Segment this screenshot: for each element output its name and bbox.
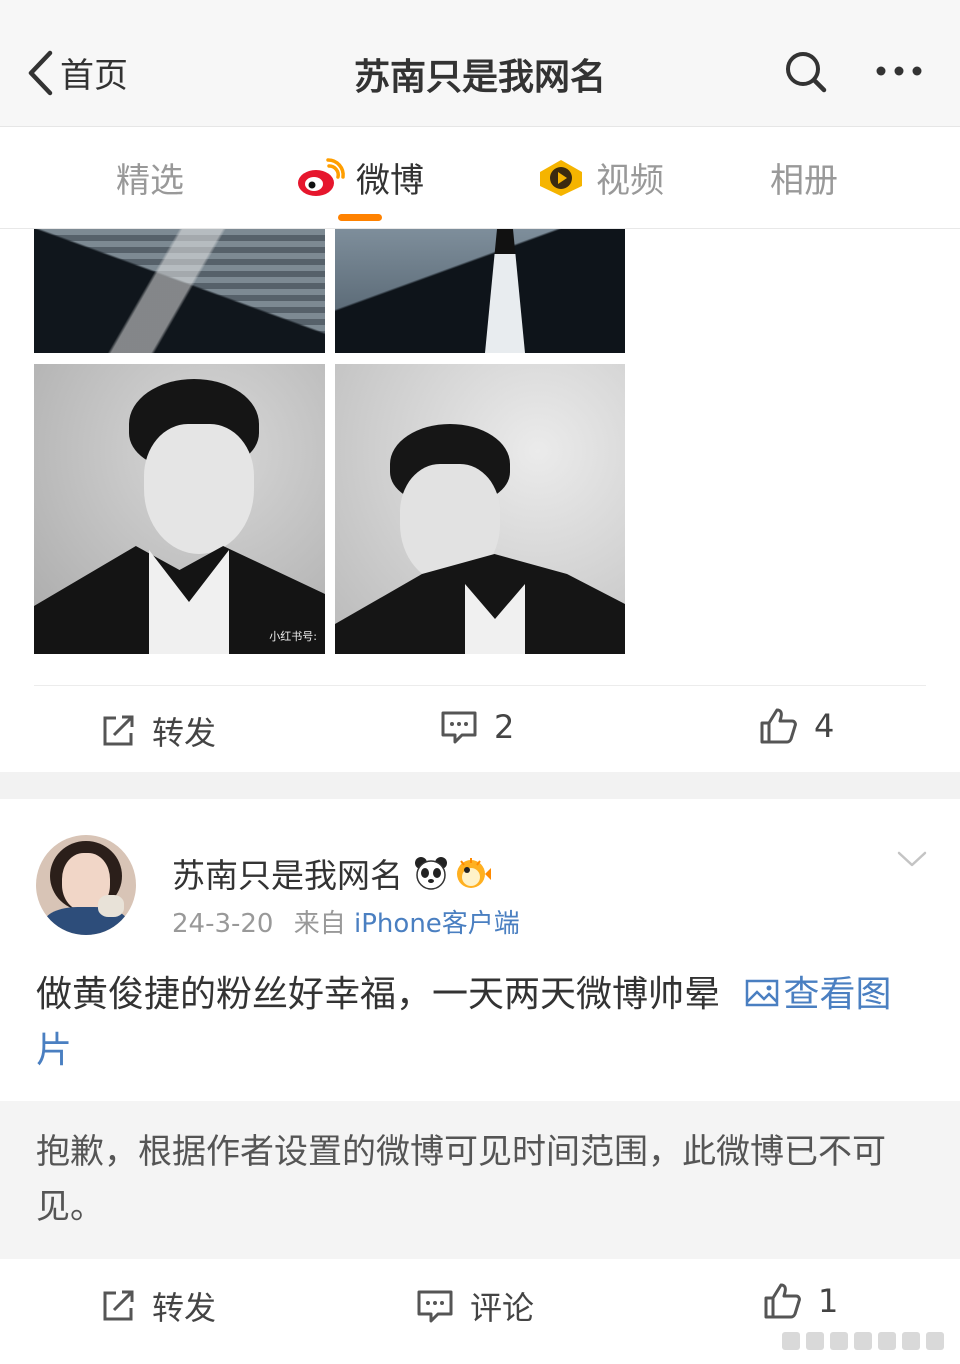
image-watermark: 小红书号: bbox=[269, 630, 317, 643]
watermark-logo bbox=[782, 1332, 944, 1350]
post-source[interactable]: iPhone客户端 bbox=[354, 909, 520, 939]
thumbs-up-icon bbox=[764, 1283, 801, 1319]
repost-button[interactable]: 转发 bbox=[100, 708, 216, 754]
post-image[interactable]: 小红书号: bbox=[34, 364, 325, 654]
post-meta: 24-3-20 来自 iPhone客户端 bbox=[172, 903, 520, 940]
like-count: 4 bbox=[814, 707, 835, 745]
repost-icon bbox=[103, 1290, 134, 1321]
active-tab-indicator bbox=[338, 214, 382, 221]
post-image[interactable] bbox=[335, 229, 625, 353]
like-button[interactable]: 4 bbox=[758, 706, 834, 746]
weibo-post: 小红书号: 转发 2 4 bbox=[0, 229, 960, 772]
thumbs-up-icon bbox=[760, 708, 797, 744]
tab-album[interactable]: 相册 bbox=[770, 153, 838, 202]
like-button[interactable]: 1 bbox=[762, 1281, 838, 1321]
repost-label: 转发 bbox=[152, 714, 217, 752]
weibo-post: 苏南只是我网名 24-3-20 来自 iPhone客户端 做黄俊捷的粉丝好幸福，… bbox=[0, 799, 960, 1364]
search-icon[interactable] bbox=[784, 50, 828, 94]
top-nav-bar: 首页 苏南只是我网名 bbox=[0, 0, 960, 127]
comment-count: 2 bbox=[494, 708, 515, 746]
repost-button[interactable]: 转发 bbox=[100, 1283, 216, 1329]
panda-emoji-icon bbox=[415, 857, 447, 890]
post-action-bar: 转发 2 4 bbox=[34, 685, 926, 773]
post-text: 做黄俊捷的粉丝好幸福，一天两天微博帅晕 bbox=[36, 974, 721, 1015]
tab-label: 精选 bbox=[116, 161, 184, 201]
repost-icon bbox=[103, 715, 134, 746]
chevron-down-icon[interactable] bbox=[896, 849, 928, 869]
tab-featured[interactable]: 精选 bbox=[116, 153, 184, 202]
tab-video[interactable]: 视频 bbox=[536, 153, 664, 202]
username: 苏南只是我网名 bbox=[172, 856, 403, 895]
weibo-logo-icon bbox=[298, 157, 345, 196]
notice-text: 抱歉，根据作者设置的微博可见时间范围，此微博已不可见。 bbox=[36, 1132, 886, 1227]
image-icon bbox=[746, 979, 779, 1007]
tab-label: 微博 bbox=[356, 161, 424, 201]
pufferfish-emoji-icon bbox=[457, 858, 491, 888]
more-options-icon[interactable] bbox=[874, 58, 924, 84]
post-image[interactable] bbox=[335, 364, 625, 654]
comment-button[interactable]: 2 bbox=[440, 708, 514, 746]
video-play-icon bbox=[540, 159, 582, 196]
post-image[interactable] bbox=[34, 229, 325, 353]
comment-label: 评论 bbox=[470, 1289, 535, 1327]
comment-button[interactable]: 评论 bbox=[416, 1283, 534, 1329]
like-count: 1 bbox=[818, 1282, 839, 1320]
profile-tabs: 精选 微博 视频 相册 bbox=[0, 127, 960, 229]
avatar[interactable] bbox=[36, 835, 136, 935]
post-date: 24-3-20 bbox=[172, 909, 274, 939]
hidden-post-notice: 抱歉，根据作者设置的微博可见时间范围，此微博已不可见。 bbox=[0, 1101, 960, 1259]
tab-weibo[interactable]: 微博 bbox=[296, 153, 424, 202]
tab-label: 视频 bbox=[596, 161, 664, 201]
source-prefix: 来自 bbox=[293, 909, 346, 939]
comment-icon bbox=[441, 711, 477, 744]
tab-label: 相册 bbox=[770, 161, 838, 201]
repost-label: 转发 bbox=[152, 1289, 217, 1327]
post-content: 做黄俊捷的粉丝好幸福，一天两天微博帅晕 查看图片 bbox=[36, 967, 916, 1079]
post-author[interactable]: 苏南只是我网名 bbox=[172, 849, 491, 897]
comment-icon bbox=[417, 1290, 453, 1323]
